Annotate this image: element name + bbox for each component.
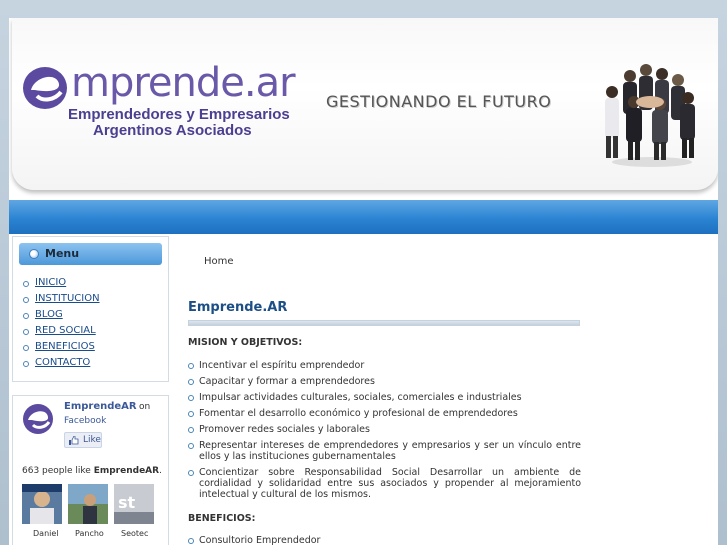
menu-header: Menu xyxy=(19,243,162,265)
menu-link-beneficios[interactable]: BENEFICIOS xyxy=(35,341,95,352)
sidebar-menu: Menu INICIO INSTITUCION BLOG RED SOCIAL … xyxy=(12,236,169,382)
fb-page-name[interactable]: EmprendeAR xyxy=(64,401,137,412)
menu-link-red-social[interactable]: RED SOCIAL xyxy=(35,325,96,336)
fb-count-end: . xyxy=(159,466,162,476)
fb-like-button[interactable]: Like xyxy=(64,432,102,448)
fan-name-seotec: Seotec xyxy=(121,529,149,538)
page-title: Emprende.AR xyxy=(188,300,288,315)
title-divider xyxy=(188,320,580,326)
bullet-icon xyxy=(188,538,194,544)
list-item-text: Consultorio Emprendedor xyxy=(199,535,321,545)
menu-link-institucion[interactable]: INSTITUCION xyxy=(35,293,100,304)
list-item: Consultorio Emprendedor xyxy=(188,535,581,545)
list-item: Promover redes sociales y laborales xyxy=(188,424,581,435)
fb-like-count: 663 people like EmprendeAR. xyxy=(22,466,162,476)
bullet-icon xyxy=(188,411,194,417)
bullet-icon xyxy=(23,313,29,319)
list-item: Fomentar el desarrollo económico y profe… xyxy=(188,408,581,419)
fan-name-daniel: Daniel xyxy=(33,529,59,538)
mission-list: Incentivar el espíritu emprendedor Capac… xyxy=(188,360,581,505)
bullet-icon xyxy=(23,281,29,287)
logo-tagline-1: Emprendedores y Empresarios xyxy=(68,106,290,123)
logo-e-icon xyxy=(23,67,67,109)
bullet-icon xyxy=(188,395,194,401)
menu-title: Menu xyxy=(45,247,80,260)
fb-like-label: Like xyxy=(83,435,101,445)
fb-count-name[interactable]: EmprendeAR xyxy=(94,466,159,476)
fan-name-pancho: Pancho xyxy=(75,529,104,538)
fb-count-text: 663 people like xyxy=(22,466,91,476)
list-item: Representar intereses de emprendedores y… xyxy=(188,440,581,462)
menu-link-inicio[interactable]: INICIO xyxy=(35,277,66,288)
breadcrumb[interactable]: Home xyxy=(204,256,234,267)
bullet-icon xyxy=(188,379,194,385)
bullet-icon xyxy=(23,297,29,303)
bullet-icon xyxy=(188,363,194,369)
bullet-icon xyxy=(188,427,194,433)
logo-wordmark: mprende.ar xyxy=(71,60,296,106)
fb-facebook-link[interactable]: Facebook xyxy=(64,416,106,426)
list-item-text: Fomentar el desarrollo económico y profe… xyxy=(199,408,518,419)
thumbs-up-icon xyxy=(69,436,79,445)
business-team-image xyxy=(605,64,695,167)
fan-avatar-pancho[interactable] xyxy=(68,484,108,524)
bullet-icon xyxy=(23,361,29,367)
fb-on-text: on xyxy=(139,402,151,412)
svg-text:st: st xyxy=(118,493,136,512)
site-logo[interactable]: mprende.ar Emprendedores y Empresarios A… xyxy=(21,60,301,142)
bullet-icon xyxy=(23,345,29,351)
benefits-list: Consultorio Emprendedor xyxy=(188,535,581,545)
bullet-icon xyxy=(23,329,29,335)
fan-avatar-seotec[interactable]: st xyxy=(114,484,154,524)
benefits-heading: BENEFICIOS: xyxy=(188,513,256,524)
main-nav-bar xyxy=(9,200,718,234)
logo-tagline-2: Argentinos Asociados xyxy=(93,122,252,139)
header-banner: mprende.ar Emprendedores y Empresarios A… xyxy=(12,18,718,190)
list-item: Incentivar el espíritu emprendedor xyxy=(188,360,581,371)
facebook-like-box: EmprendeAR on Facebook Like 663 people l… xyxy=(12,395,169,545)
menu-link-blog[interactable]: BLOG xyxy=(35,309,63,320)
list-item: Impulsar actividades culturales, sociale… xyxy=(188,392,581,403)
list-item-text: Impulsar actividades culturales, sociale… xyxy=(199,392,522,403)
header-slogan: GESTIONANDO EL FUTURO xyxy=(326,92,552,111)
list-item-text: Promover redes sociales y laborales xyxy=(199,424,370,435)
list-item-text: Capacitar y formar a emprendedores xyxy=(199,376,375,387)
fan-avatar-daniel[interactable] xyxy=(22,484,62,524)
emprendear-avatar[interactable] xyxy=(22,401,56,435)
bullet-icon xyxy=(188,443,194,449)
list-item-text: Representar intereses de emprendedores y… xyxy=(199,440,581,462)
list-item: Capacitar y formar a emprendedores xyxy=(188,376,581,387)
list-item-text: Incentivar el espíritu emprendedor xyxy=(199,360,365,371)
mission-heading: MISION Y OBJETIVOS: xyxy=(188,337,303,348)
menu-bullet-icon xyxy=(29,249,39,259)
list-item: Concientizar sobre Responsabilidad Socia… xyxy=(188,467,581,500)
list-item-text: Concientizar sobre Responsabilidad Socia… xyxy=(199,467,581,500)
page: mprende.ar Emprendedores y Empresarios A… xyxy=(9,18,718,545)
bullet-icon xyxy=(188,470,194,476)
menu-link-contacto[interactable]: CONTACTO xyxy=(35,357,90,368)
